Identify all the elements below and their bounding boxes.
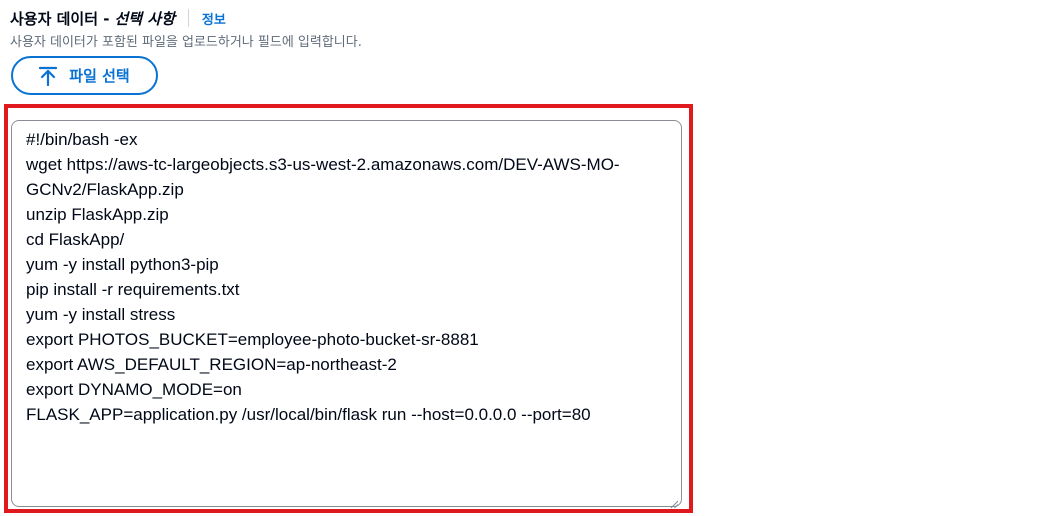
field-description: 사용자 데이터가 포함된 파일을 업로드하거나 필드에 입력합니다. [10,35,362,50]
field-label: 사용자 데이터 - [10,9,110,28]
user-data-field [11,120,682,509]
field-label-optional: 선택 사항 [114,9,175,28]
resize-handle-icon[interactable] [669,494,679,509]
upload-arrow-icon [39,66,58,86]
user-data-textarea[interactable] [12,121,681,506]
choose-file-button[interactable]: 파일 선택 [11,56,158,95]
info-link[interactable]: 정보 [202,9,226,28]
field-header: 사용자 데이터 - 선택 사항 정보 [10,7,226,29]
choose-file-label: 파일 선택 [69,67,130,85]
header-divider [187,9,189,27]
